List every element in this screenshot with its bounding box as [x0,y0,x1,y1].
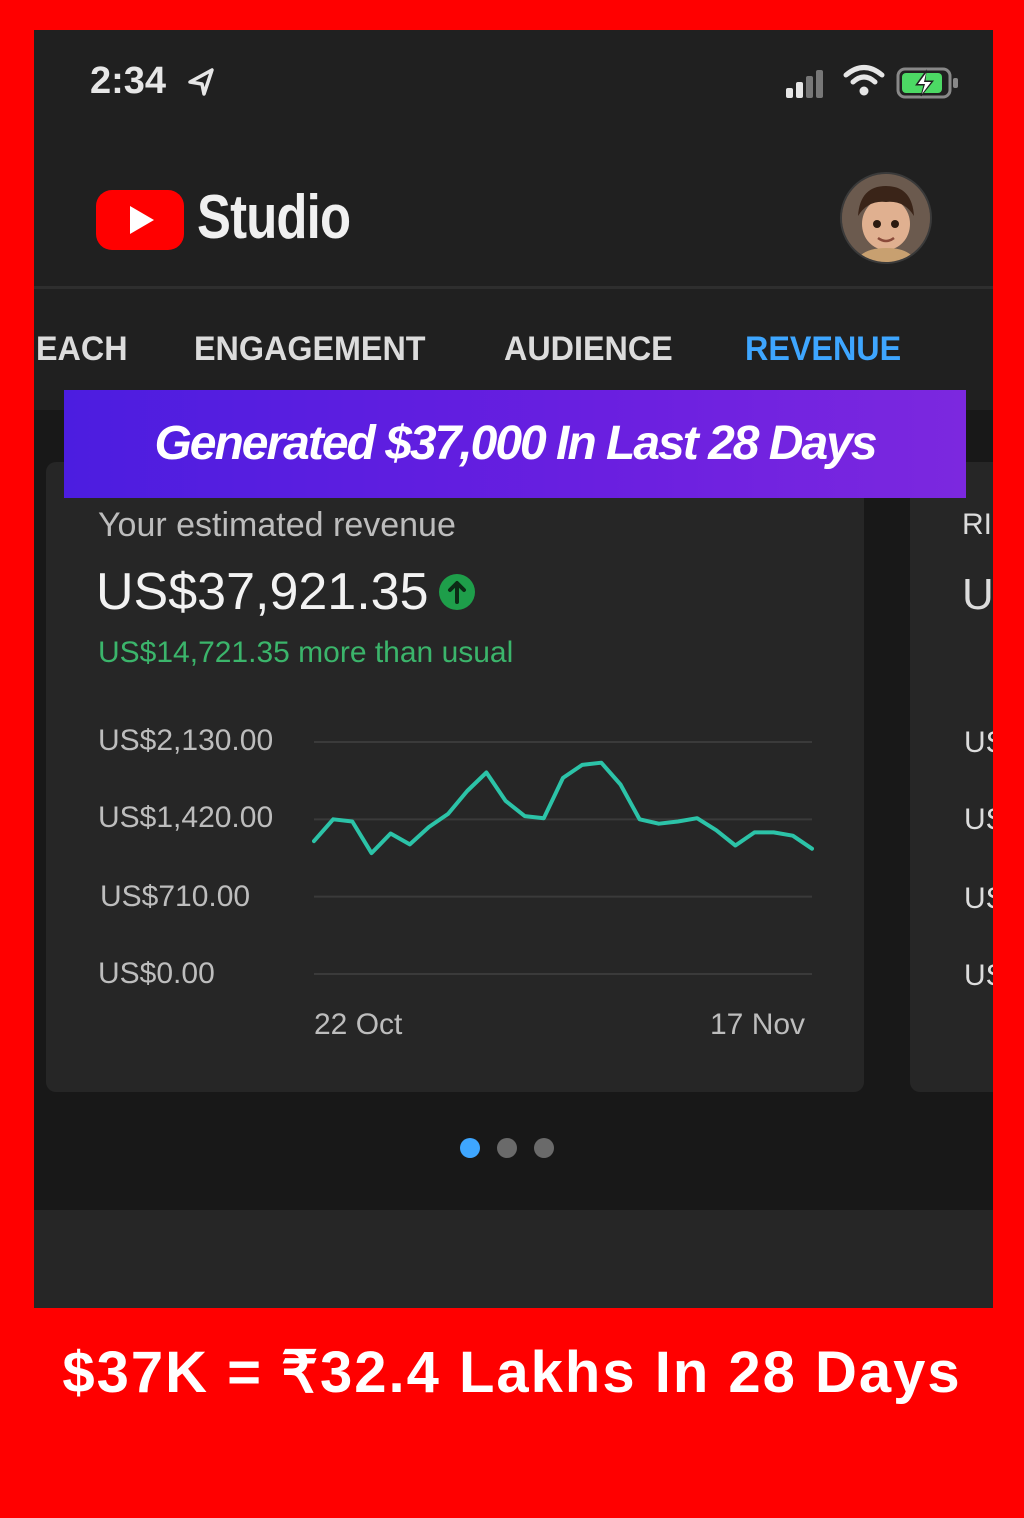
peek-y-tick: US [964,882,993,915]
status-time: 2:34 [90,60,167,102]
x-axis-start-label: 22 Oct [314,1008,403,1041]
pagination-dot[interactable] [497,1138,517,1158]
data-point [714,828,718,832]
data-point [599,761,603,765]
tab-engagement[interactable]: ENGAGEMENT [194,330,426,369]
data-point [427,825,431,829]
data-point [580,763,584,767]
data-point [389,831,393,835]
y-tick-label: US$1,420.00 [98,801,274,834]
data-point [695,816,699,820]
avatar-image-icon [842,174,930,262]
arrow-up-circle-icon [439,574,475,610]
pagination-dot[interactable] [534,1138,554,1158]
data-point [561,776,565,780]
account-avatar[interactable] [840,172,932,264]
battery-charging-icon [896,67,958,99]
peek-card-value: U [962,570,993,619]
cellular-signal-icon [786,70,823,98]
y-tick-label: US$2,130.00 [98,724,274,757]
next-card-peek[interactable] [910,462,993,1092]
app-title: Studio [197,183,351,252]
status-bar: 2:34 [34,30,993,140]
carousel-pagination[interactable] [458,1136,558,1160]
youtube-logo-icon[interactable] [94,188,186,252]
data-point [331,817,335,821]
data-point [484,770,488,774]
y-tick-label: US$0.00 [98,957,215,990]
data-point [350,820,354,824]
revenue-line-chart[interactable] [312,730,814,980]
data-point [369,851,373,855]
peek-y-tick: US [964,803,993,836]
data-point [638,817,642,821]
phone-screen: 2:34 Studio EACH ENGAGEMENT AUDIENCE REV… [34,30,993,1308]
data-point [523,814,527,818]
bottom-area [34,1210,993,1308]
app-header: Studio [34,160,993,290]
pagination-dot[interactable] [460,1138,480,1158]
data-point [465,789,469,793]
tab-reach[interactable]: EACH [36,330,128,369]
data-point [772,830,776,834]
data-point [657,822,661,826]
analytics-tabs: EACH ENGAGEMENT AUDIENCE REVENUE [34,320,993,390]
data-point [408,842,412,846]
revenue-series-line [312,760,814,856]
revenue-label: Your estimated revenue [98,506,456,544]
data-point [810,847,814,851]
wifi-icon [843,65,885,96]
data-point [446,812,450,816]
promo-banner: Generated $37,000 In Last 28 Days [64,390,966,498]
y-tick-label: US$710.00 [100,880,251,913]
header-divider [34,286,993,289]
data-point [791,834,795,838]
revenue-delta: US$14,721.35 more than usual [98,636,514,669]
peek-card-title: RI [962,508,992,541]
data-point [676,820,680,824]
caption-text: $37K = ₹32.4 Lakhs In 28 Days [62,1340,962,1405]
data-point [618,782,622,786]
x-axis-end-label: 17 Nov [710,1008,806,1041]
tab-audience[interactable]: AUDIENCE [504,330,673,369]
data-point [733,843,737,847]
banner-text: Generated $37,000 In Last 28 Days [154,417,877,470]
peek-y-tick: US [964,959,993,992]
revenue-value: US$37,921.35 [96,563,429,621]
data-point [312,839,316,843]
tab-revenue[interactable]: REVENUE [745,330,901,369]
data-point [542,816,546,820]
peek-y-tick: US [964,726,993,759]
data-point [504,799,508,803]
location-arrow-icon [188,68,214,96]
data-point [753,830,757,834]
